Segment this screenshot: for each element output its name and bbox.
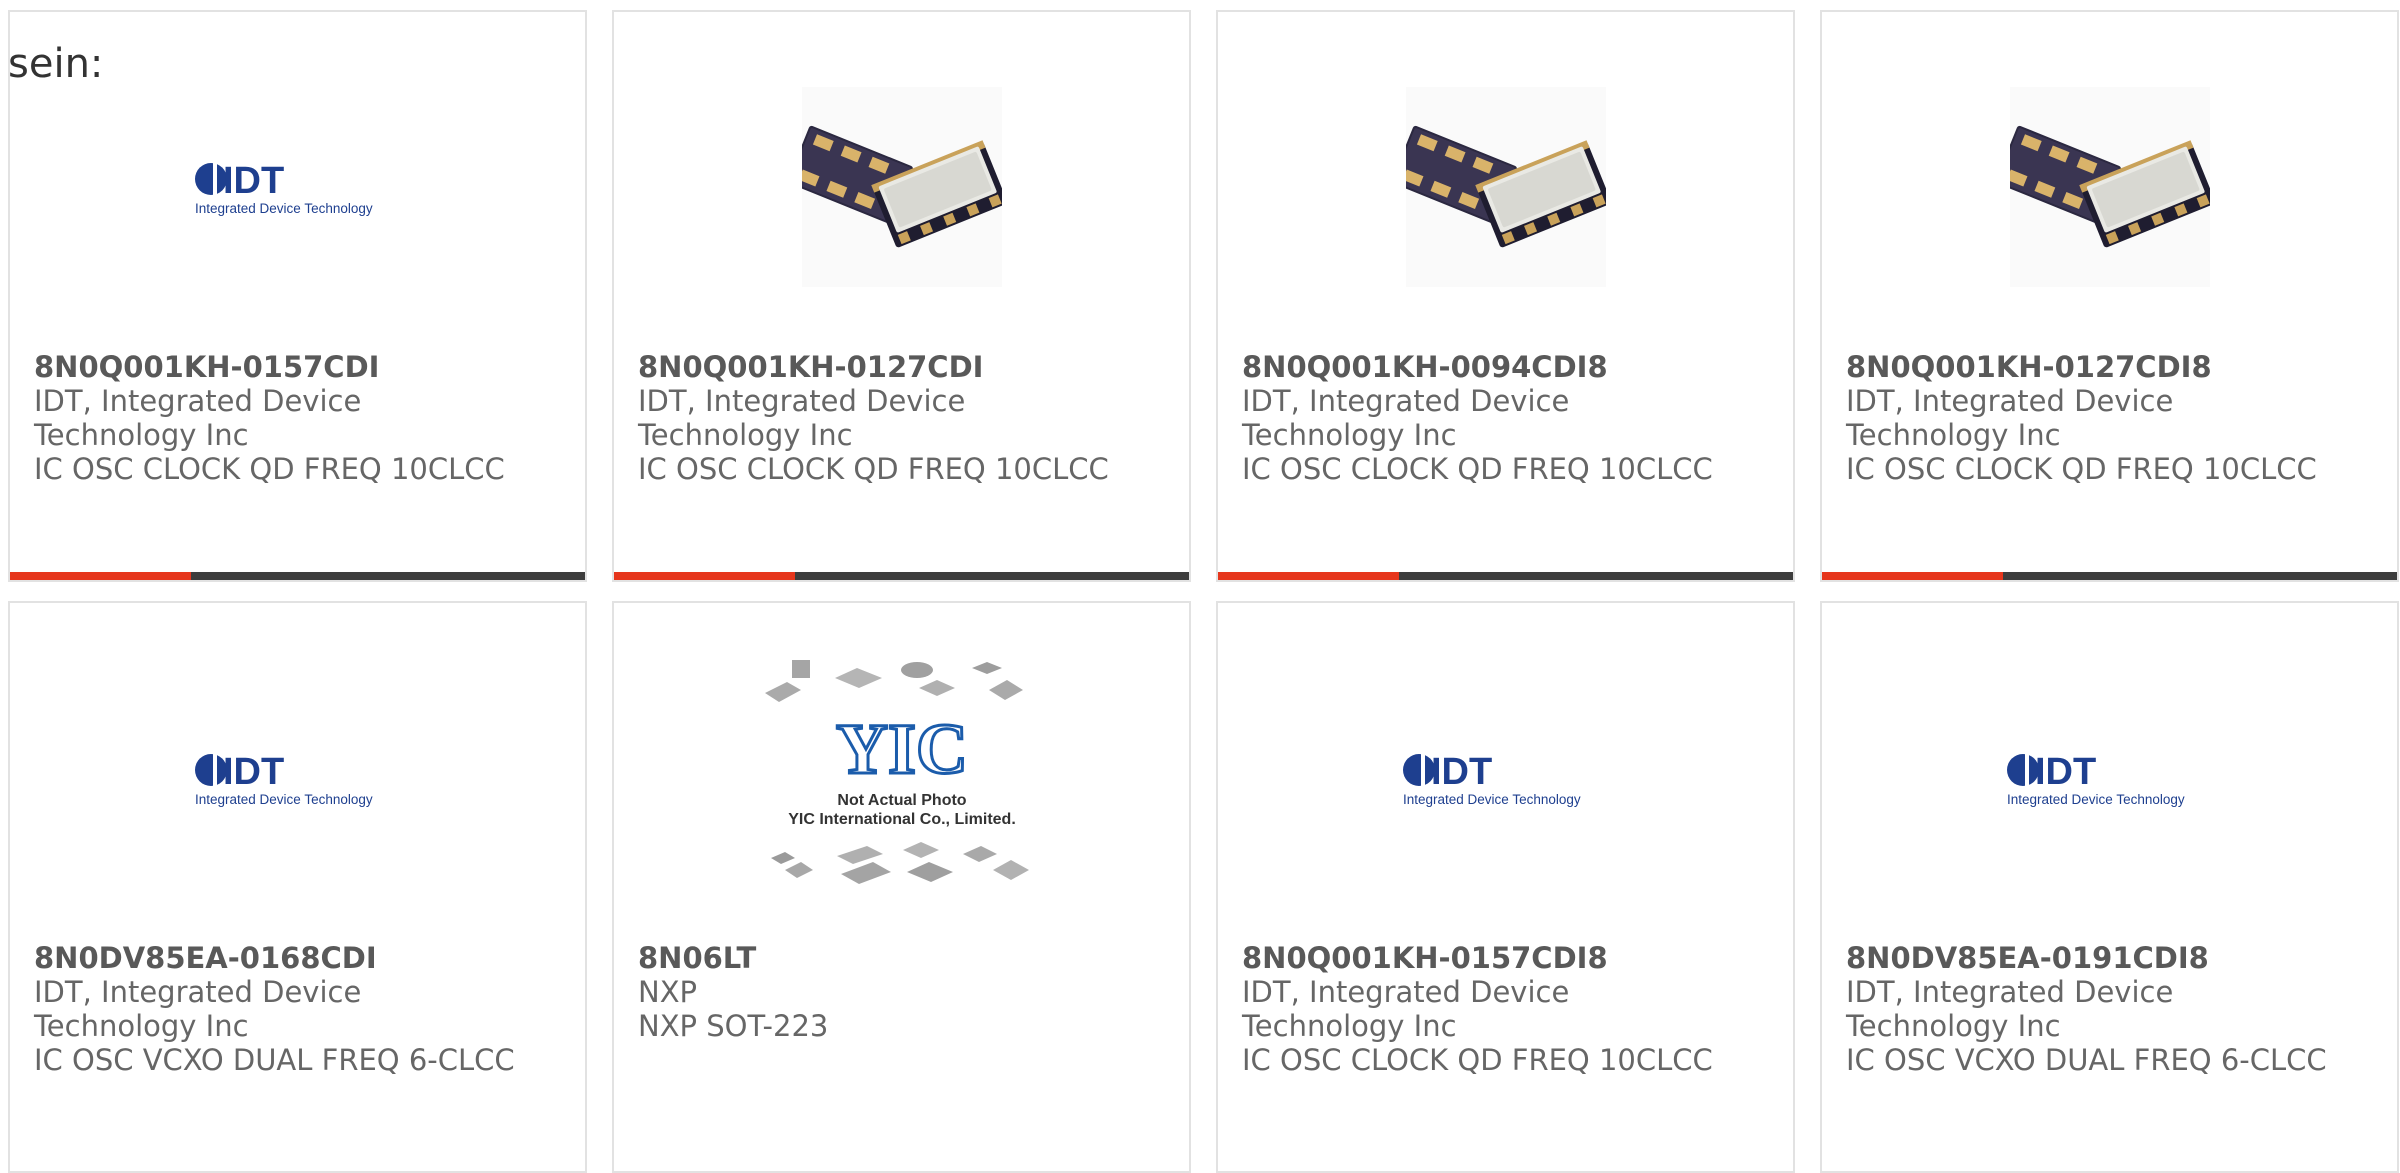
product-image[interactable] [1822, 72, 2397, 302]
idt-logo-mark: IDT Integrated Device Technology [194, 160, 373, 216]
clcc-package-photo [2009, 87, 2210, 287]
card-accent-bar [1822, 572, 2003, 580]
part-number-link[interactable]: 8N0Q001KH-0094CDI8 [1242, 350, 1772, 384]
product-info: 8N0Q001KH-0157CDI8 IDT, Integrated Device… [1242, 941, 1772, 1077]
clcc-package-photo [801, 87, 1002, 287]
part-number-link[interactable]: 8N0Q001KH-0157CDI8 [1242, 941, 1772, 975]
product-image[interactable]: IDT Integrated Device Technology [10, 72, 585, 302]
product-image[interactable]: YIC Not Actual Photo YIC International C… [614, 660, 1189, 893]
manufacturer-name: IDT, Integrated Device Technology Inc [34, 384, 362, 452]
intro-text: sein: [8, 41, 104, 87]
yic-placeholder-image: YIC Not Actual Photo YIC International C… [764, 660, 1029, 884]
page-root: sein: IDT Integrated Device Technology 8… [0, 0, 2400, 1173]
svg-text:IDT: IDT [1431, 751, 1492, 793]
manufacturer-name: IDT, Integrated Device Technology Inc [1846, 975, 2174, 1043]
svg-text:Integrated Device Technology: Integrated Device Technology [195, 792, 373, 807]
product-info: 8N0Q001KH-0094CDI8 IDT, Integrated Device… [1242, 350, 1772, 486]
product-info: 8N0Q001KH-0127CDI IDT, Integrated Device … [638, 350, 1168, 486]
product-description: IC OSC CLOCK QD FREQ 10CLCC [638, 452, 1109, 486]
idt-logo: IDT Integrated Device Technology [193, 746, 403, 810]
product-info: 8N0Q001KH-0127CDI8 IDT, Integrated Device… [1846, 350, 2376, 486]
card-bottom-bar [10, 572, 585, 580]
product-image[interactable]: IDT Integrated Device Technology [1218, 663, 1793, 893]
product-info: 8N06LT NXP NXP SOT-223 [638, 941, 1168, 1043]
idt-logo-mark: IDT Integrated Device Technology [2006, 751, 2185, 807]
svg-text:Integrated Device Technology: Integrated Device Technology [1403, 792, 1581, 807]
card-bottom-bar [614, 572, 1189, 580]
part-number-link[interactable]: 8N0Q001KH-0127CDI8 [1846, 350, 2376, 384]
card-bottom-bar [1822, 572, 2397, 580]
svg-text:Integrated Device Technology: Integrated Device Technology [195, 201, 373, 216]
part-number-link[interactable]: 8N0DV85EA-0168CDI [34, 941, 564, 975]
product-description: IC OSC CLOCK QD FREQ 10CLCC [34, 452, 505, 486]
product-description: NXP SOT-223 [638, 1009, 829, 1043]
product-image[interactable]: IDT Integrated Device Technology [10, 663, 585, 893]
idt-logo: IDT Integrated Device Technology [193, 155, 403, 219]
manufacturer-name: IDT, Integrated Device Technology Inc [638, 384, 966, 452]
product-card[interactable]: IDT Integrated Device Technology 8N0DV85… [8, 601, 587, 1173]
product-description: IC OSC CLOCK QD FREQ 10CLCC [1242, 1043, 1713, 1077]
part-number-link[interactable]: 8N0Q001KH-0127CDI [638, 350, 1168, 384]
product-image[interactable] [614, 72, 1189, 302]
idt-logo: IDT Integrated Device Technology [2005, 746, 2215, 810]
idt-logo: IDT Integrated Device Technology [1401, 746, 1611, 810]
manufacturer-name: IDT, Integrated Device Technology Inc [1242, 384, 1570, 452]
manufacturer-name: NXP [638, 975, 698, 1009]
part-number-link[interactable]: 8N0DV85EA-0191CDI8 [1846, 941, 2376, 975]
part-number-link[interactable]: 8N06LT [638, 941, 1168, 975]
product-description: IC OSC VCXO DUAL FREQ 6-CLCC [34, 1043, 515, 1077]
product-info: 8N0DV85EA-0168CDI IDT, Integrated Device … [34, 941, 564, 1077]
svg-text:IDT: IDT [223, 160, 284, 202]
card-accent-bar [614, 572, 795, 580]
manufacturer-name: IDT, Integrated Device Technology Inc [34, 975, 362, 1043]
product-card[interactable]: 8N0Q001KH-0127CDI IDT, Integrated Device … [612, 10, 1191, 582]
product-image[interactable]: IDT Integrated Device Technology [1822, 663, 2397, 893]
product-card[interactable]: 8N0Q001KH-0094CDI8 IDT, Integrated Device… [1216, 10, 1795, 582]
svg-text:IDT: IDT [2035, 751, 2096, 793]
product-description: IC OSC CLOCK QD FREQ 10CLCC [1242, 452, 1713, 486]
product-description: IC OSC VCXO DUAL FREQ 6-CLCC [1846, 1043, 2327, 1077]
svg-text:YIC International Co., Limited: YIC International Co., Limited. [788, 811, 1016, 828]
card-bottom-bar [1218, 572, 1793, 580]
manufacturer-name: IDT, Integrated Device Technology Inc [1846, 384, 2174, 452]
manufacturer-name: IDT, Integrated Device Technology Inc [1242, 975, 1570, 1043]
card-accent-bar [1218, 572, 1399, 580]
part-number-link[interactable]: 8N0Q001KH-0157CDI [34, 350, 564, 384]
product-card[interactable]: YIC Not Actual Photo YIC International C… [612, 601, 1191, 1173]
product-image[interactable] [1218, 72, 1793, 302]
svg-text:Integrated Device Technology: Integrated Device Technology [2007, 792, 2185, 807]
svg-text:YIC: YIC [835, 709, 967, 789]
product-info: 8N0DV85EA-0191CDI8 IDT, Integrated Device… [1846, 941, 2376, 1077]
product-card[interactable]: IDT Integrated Device Technology 8N0Q001… [1216, 601, 1795, 1173]
product-info: 8N0Q001KH-0157CDI IDT, Integrated Device … [34, 350, 564, 486]
idt-logo-mark: IDT Integrated Device Technology [194, 751, 373, 807]
clcc-package-photo [1405, 87, 1606, 287]
svg-text:IDT: IDT [223, 751, 284, 793]
idt-logo-mark: IDT Integrated Device Technology [1402, 751, 1581, 807]
svg-text:Not Actual Photo: Not Actual Photo [837, 792, 966, 809]
product-card[interactable]: IDT Integrated Device Technology 8N0Q001… [8, 10, 587, 582]
product-card[interactable]: IDT Integrated Device Technology 8N0DV85… [1820, 601, 2399, 1173]
product-grid: IDT Integrated Device Technology 8N0Q001… [8, 10, 2399, 1173]
card-accent-bar [10, 572, 191, 580]
product-card[interactable]: 8N0Q001KH-0127CDI8 IDT, Integrated Device… [1820, 10, 2399, 582]
product-description: IC OSC CLOCK QD FREQ 10CLCC [1846, 452, 2317, 486]
